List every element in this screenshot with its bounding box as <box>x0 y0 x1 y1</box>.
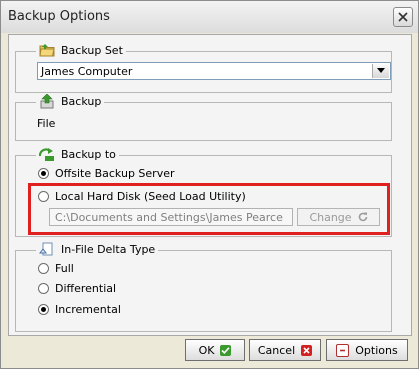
radio-offsite-backup-server[interactable]: Offsite Backup Server <box>38 167 175 180</box>
backup-label: Backup <box>61 95 102 108</box>
cancel-label: Cancel <box>257 343 296 357</box>
backup-icon <box>40 94 54 109</box>
folder-icon <box>39 44 55 57</box>
radio-incremental-indicator[interactable] <box>38 304 49 315</box>
radio-full-indicator[interactable] <box>38 263 49 274</box>
cancel-button[interactable]: Cancel <box>249 339 321 361</box>
backup-legend: Backup <box>36 94 105 109</box>
ok-button[interactable]: OK <box>185 339 245 361</box>
check-icon <box>220 344 232 356</box>
cancel-icon <box>301 344 313 356</box>
options-button[interactable]: Options <box>326 339 408 361</box>
radio-offsite-label: Offsite Backup Server <box>55 167 175 180</box>
close-icon <box>398 12 408 22</box>
backup-to-label: Backup to <box>61 148 116 161</box>
ok-label: OK <box>198 343 215 357</box>
radio-full-label: Full <box>55 262 74 275</box>
radio-offsite-indicator[interactable] <box>38 168 49 179</box>
radio-full[interactable]: Full <box>38 262 74 275</box>
delta-type-legend: In-File Delta Type <box>36 242 159 257</box>
radio-differential-indicator[interactable] <box>38 283 49 294</box>
backup-set-dropdown[interactable]: James Computer <box>37 62 391 80</box>
radio-differential[interactable]: Differential <box>38 282 116 295</box>
backup-to-legend: Backup to <box>36 147 119 162</box>
backup-to-icon <box>39 148 54 161</box>
title-bar: Backup Options <box>1 1 418 33</box>
dropdown-arrow[interactable] <box>372 64 389 78</box>
options-label: Options <box>355 343 398 357</box>
backup-set-legend: Backup Set <box>36 43 126 57</box>
radio-incremental[interactable]: Incremental <box>38 303 121 316</box>
backup-options-dialog: Backup Options Backup Set James Computer <box>0 0 419 369</box>
delta-type-label: In-File Delta Type <box>61 243 156 256</box>
backup-type-value: File <box>37 117 56 130</box>
backup-group: Backup <box>15 94 392 141</box>
chevron-down-icon <box>377 68 385 73</box>
delta-icon <box>39 242 53 256</box>
minus-icon <box>336 343 350 357</box>
close-button[interactable] <box>393 7 413 27</box>
radio-differential-label: Differential <box>55 282 117 295</box>
backup-set-value: James Computer <box>41 65 133 78</box>
highlight-box <box>28 183 390 235</box>
backup-set-label: Backup Set <box>61 43 123 57</box>
window-title: Backup Options <box>8 9 110 24</box>
radio-incremental-label: Incremental <box>55 303 121 316</box>
